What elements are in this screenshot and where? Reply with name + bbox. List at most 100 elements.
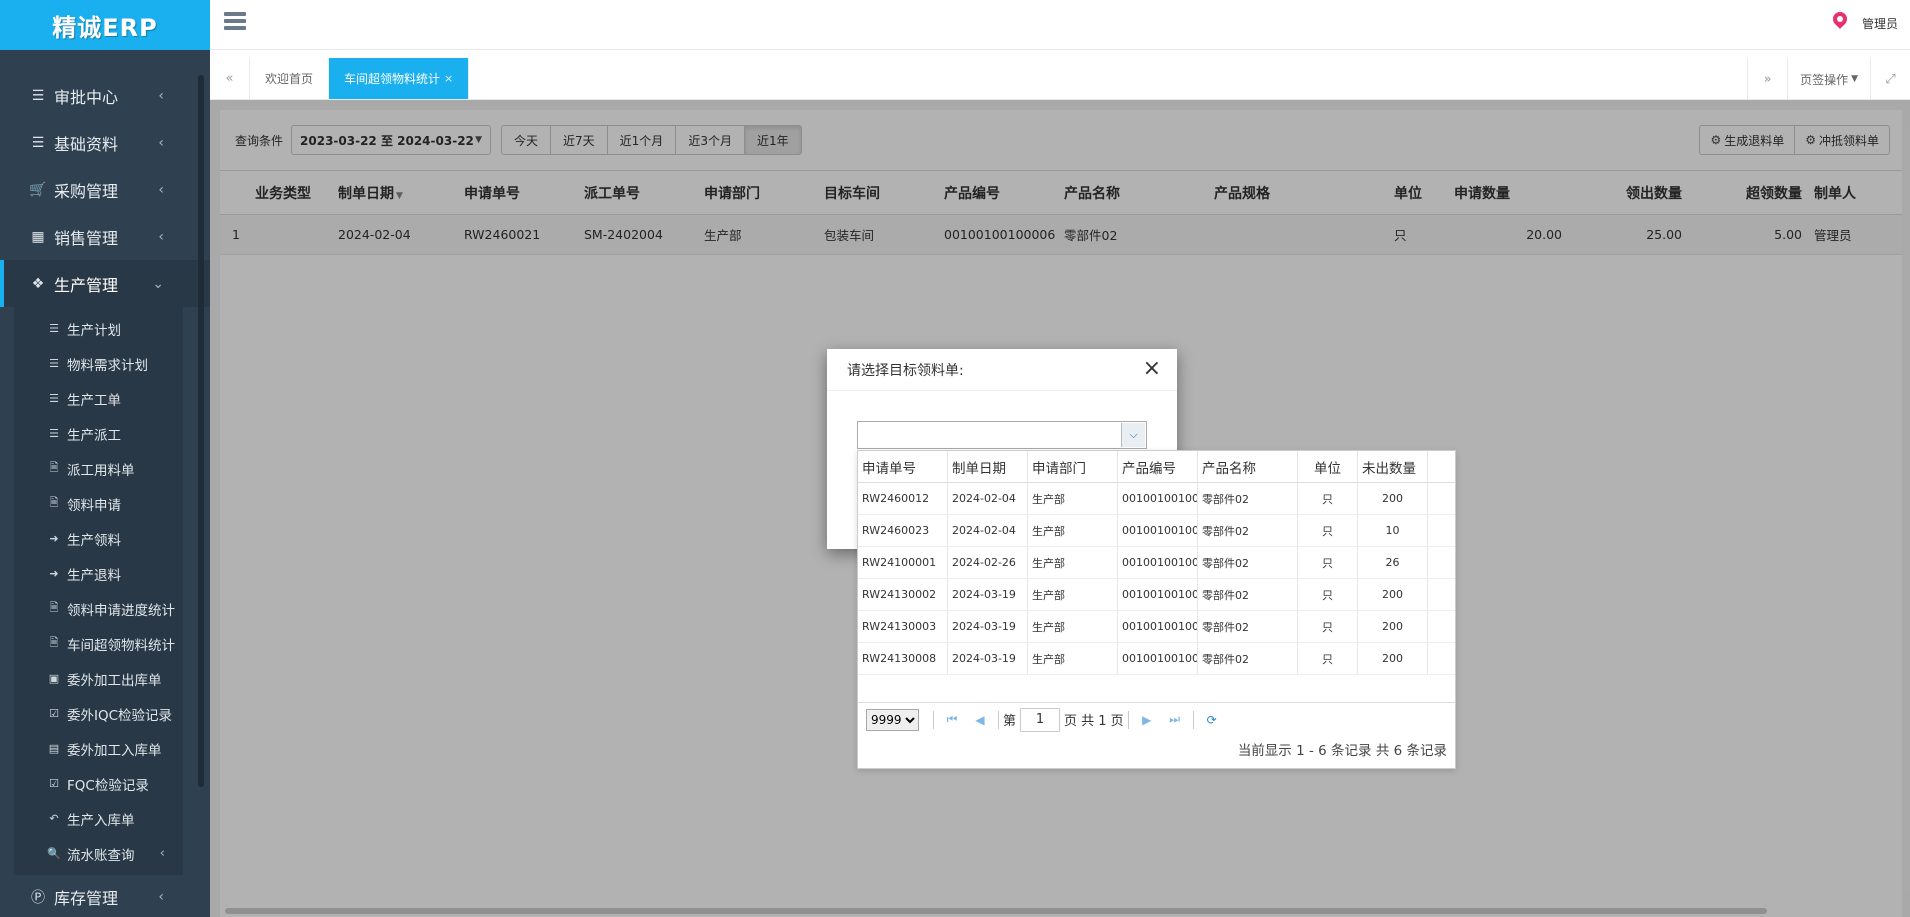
app-logo[interactable]: 精诚ERP <box>0 0 210 50</box>
tab-home[interactable]: 欢迎首页 <box>250 58 330 99</box>
username[interactable]: 管理员 <box>1862 15 1898 32</box>
submenu-item-dispatch-material[interactable]: 🗎 派工用料单 <box>14 451 183 486</box>
submenu-item-label: 流水账查询 <box>67 847 135 864</box>
check-square-icon: ☑ <box>49 777 59 790</box>
location-pin-icon[interactable] <box>1832 12 1848 34</box>
submenu-item-outsource-in[interactable]: ▤ 委外加工入库单 <box>14 731 183 766</box>
submenu-item-material-issue[interactable]: ➜ 生产领料 <box>14 521 183 556</box>
first-page-icon[interactable]: ⏮ <box>938 712 966 727</box>
submenu-item-label: 领料申请 <box>67 497 121 514</box>
next-page-icon[interactable]: ▶ <box>1133 713 1161 727</box>
dropdown-row[interactable]: RW24130002 2024-03-19 生产部 0010010010000 … <box>858 579 1455 611</box>
cart-icon: 🛒 <box>29 181 47 198</box>
submenu-item-outsource-iqc[interactable]: ☑ 委外IQC检验记录 <box>14 696 183 731</box>
submenu-item-outsource-out[interactable]: ▣ 委外加工出库单 <box>14 661 183 696</box>
file-icon: 🗎 <box>49 496 59 509</box>
sidebar-item-label: 库存管理 <box>54 888 119 908</box>
sidebar-scrollbar[interactable] <box>198 75 204 787</box>
dd-cell: 10 <box>1358 515 1428 546</box>
submenu-item-mrp[interactable]: ☰ 物料需求计划 <box>14 346 183 381</box>
sidebar-item-approval[interactable]: ☰ 审批中心 ‹ <box>0 72 210 119</box>
dd-cell: 只 <box>1298 643 1358 674</box>
dd-cell: 只 <box>1298 515 1358 546</box>
caret-down-icon: ▼ <box>1851 74 1858 84</box>
dropdown-row[interactable]: RW2460023 2024-02-04 生产部 0010010010000 零… <box>858 515 1455 547</box>
sidebar-menu: ☰ 审批中心 ‹ ☰ 基础资料 ‹ 🛒 采购管理 ‹ ▦ 销售管理 ‹ ❖ 生产… <box>0 50 210 875</box>
tabs-right: » 页签操作 ▼ ⤢ <box>1747 58 1910 100</box>
cubes-icon: ❖ <box>31 275 45 292</box>
prev-page-icon[interactable]: ◀ <box>966 713 994 727</box>
dd-cell: 零部件02 <box>1198 515 1298 546</box>
submenu-item-label: 生产派工 <box>67 427 121 444</box>
sidebar-bottom: Ⓟ 库存管理 ‹ <box>0 873 210 917</box>
chevron-down-icon: ⌄ <box>152 275 164 292</box>
page-ops-label: 页签操作 <box>1800 72 1849 87</box>
submenu-item-work-order[interactable]: ☰ 生产工单 <box>14 381 183 416</box>
dd-cell: 0010010010000 <box>1118 579 1198 610</box>
sidebar-item-sales[interactable]: ▦ 销售管理 ‹ <box>0 213 210 260</box>
inbox-icon: ▤ <box>48 742 60 755</box>
submenu-item-production-in[interactable]: ↶ 生产入库单 <box>14 801 183 836</box>
dd-cell: 0010010010000 <box>1118 611 1198 642</box>
submenu-item-label: 物料需求计划 <box>67 357 148 374</box>
sidebar-item-inventory[interactable]: Ⓟ 库存管理 ‹ <box>0 873 210 917</box>
submenu-item-production-plan[interactable]: ☰ 生产计划 <box>14 311 183 346</box>
dropdown-row[interactable]: RW24100001 2024-02-26 生产部 0010010010000 … <box>858 547 1455 579</box>
dd-cell: RW24130008 <box>858 643 948 674</box>
dropdown-row[interactable]: RW2460012 2024-02-04 生产部 0010010010000 零… <box>858 483 1455 515</box>
page-suffix: 页 共 1 页 <box>1064 714 1124 729</box>
dropdown-row[interactable]: RW24130008 2024-03-19 生产部 0010010010000 … <box>858 643 1455 675</box>
dropdown-pager: 9999 ⏮ ◀ 第 1 页 共 1 页 ▶ ⏭ ⟳ <box>858 702 1455 736</box>
dd-cell: 只 <box>1298 547 1358 578</box>
submenu-item-ledger-query[interactable]: 🔍 流水账查询 ‹ <box>14 836 183 871</box>
dd-cell: 2024-02-04 <box>948 515 1028 546</box>
briefcase-icon: ▣ <box>48 672 60 685</box>
page-ops-dropdown[interactable]: 页签操作 ▼ <box>1787 58 1870 100</box>
sidebar-item-basic-data[interactable]: ☰ 基础资料 ‹ <box>0 119 210 166</box>
tab-label: 车间超领物料统计 <box>344 72 441 86</box>
submenu-item-label: 生产工单 <box>67 392 121 409</box>
submenu-item-material-return[interactable]: ➜ 生产退料 <box>14 556 183 591</box>
submenu-item-label: 生产入库单 <box>67 812 135 829</box>
submenu-item-over-issue-stats[interactable]: 🗎 车间超领物料统计 <box>14 626 183 661</box>
last-page-icon[interactable]: ⏭ <box>1161 712 1189 727</box>
dd-cell: 2024-03-19 <box>948 611 1028 642</box>
submenu-item-request-progress[interactable]: 🗎 领料申请进度统计 <box>14 591 183 626</box>
tab-close-icon[interactable]: × <box>444 72 453 85</box>
sidebar-item-label: 销售管理 <box>54 228 119 248</box>
sidebar: 精诚ERP ☰ 审批中心 ‹ ☰ 基础资料 ‹ 🛒 采购管理 ‹ ▦ 销售管理 … <box>0 0 210 917</box>
sidebar-item-label: 审批中心 <box>54 87 119 107</box>
close-icon[interactable]: × <box>1143 358 1161 380</box>
dd-col-date: 制单日期 <box>948 451 1028 482</box>
menu-toggle-icon[interactable] <box>224 12 246 33</box>
tabs-scroll-right-icon[interactable]: » <box>1747 58 1787 100</box>
tasks-icon: ☰ <box>49 392 59 405</box>
submenu-item-label: 生产计划 <box>67 322 121 339</box>
dropdown-row[interactable]: RW24130003 2024-03-19 生产部 0010010010000 … <box>858 611 1455 643</box>
page-number-input[interactable]: 1 <box>1020 707 1061 732</box>
fullscreen-icon[interactable]: ⤢ <box>1870 58 1910 100</box>
dd-cell: RW24130002 <box>858 579 948 610</box>
pager-separator <box>1192 710 1194 729</box>
chevron-down-icon[interactable]: ⌵ <box>1121 423 1145 447</box>
submenu-item-dispatch[interactable]: ☰ 生产派工 <box>14 416 183 451</box>
submenu-item-label: FQC检验记录 <box>67 777 149 794</box>
submenu-item-material-request[interactable]: 🗎 领料申请 <box>14 486 183 521</box>
horizontal-scrollbar[interactable] <box>225 908 1767 914</box>
dd-col-product-code: 产品编号 <box>1118 451 1198 482</box>
submenu-item-fqc[interactable]: ☑ FQC检验记录 <box>14 766 183 801</box>
pager-separator <box>933 710 934 729</box>
issue-combo-input[interactable]: ⌵ <box>857 421 1147 449</box>
sidebar-item-purchase[interactable]: 🛒 采购管理 ‹ <box>0 166 210 213</box>
refresh-icon[interactable]: ⟳ <box>1198 713 1226 727</box>
file-icon: 🗎 <box>49 601 59 614</box>
search-icon: 🔍 <box>47 847 61 860</box>
dd-cell: 26 <box>1358 547 1428 578</box>
pager-separator <box>998 710 999 729</box>
check-square-icon: ☑ <box>49 707 59 720</box>
tabs-scroll-left-icon[interactable]: « <box>210 58 250 99</box>
sidebar-item-production[interactable]: ❖ 生产管理 ⌄ <box>0 260 210 307</box>
tab-over-issue-stats[interactable]: 车间超领物料统计 × <box>329 58 470 99</box>
sidebar-item-label: 采购管理 <box>54 181 119 201</box>
page-size-select[interactable]: 9999 <box>866 708 919 731</box>
